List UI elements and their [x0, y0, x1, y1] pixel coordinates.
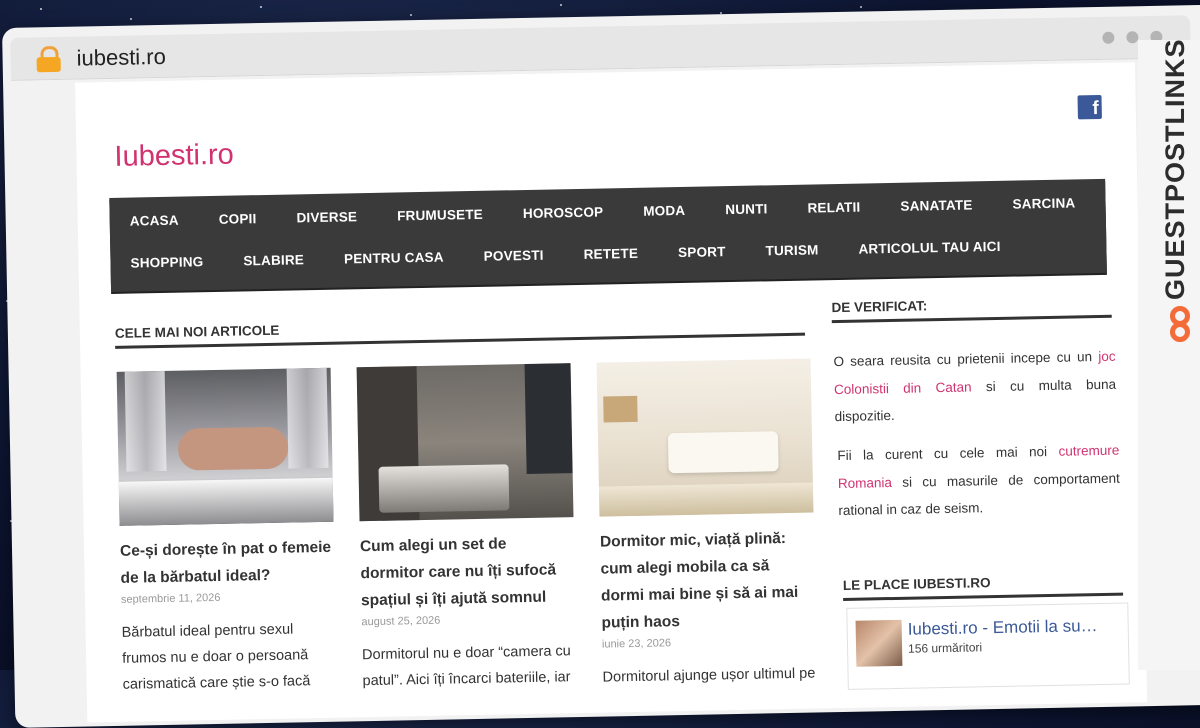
article-title[interactable]: Dormitor mic, viață plină: cum alegi mob… [600, 525, 816, 637]
nav-item-frumusete[interactable]: FRUMUSETE [377, 206, 503, 224]
article-card[interactable]: Dormitor mic, viață plină: cum alegi mob… [596, 358, 817, 691]
nav-item-copii[interactable]: COPII [199, 211, 277, 227]
nav-item-horoscop[interactable]: HOROSCOP [503, 204, 624, 221]
article-date: iunie 23, 2026 [601, 637, 672, 651]
article-title[interactable]: Ce-și dorește în pat o femeie de la bărb… [120, 534, 335, 592]
chain-link-icon [1166, 306, 1194, 350]
nav-item-diverse[interactable]: DIVERSE [276, 209, 377, 226]
nav-item-acasa[interactable]: ACASA [110, 212, 199, 229]
nav-item-turism[interactable]: TURISM [745, 242, 838, 259]
lock-icon [36, 45, 61, 73]
heading-divider [831, 314, 1112, 324]
nav-item-relatii[interactable]: RELATII [787, 199, 880, 216]
main-navigation: ACASA COPII DIVERSE FRUMUSETE HOROSCOP MODA NU… [109, 178, 1107, 292]
sidebar-verify-heading: DE VERIFICAT: [831, 298, 928, 316]
article-card[interactable]: Ce-și dorește în pat o femeie de la bărb… [116, 367, 337, 698]
article-excerpt: Bărbatul ideal pentru sexul frumos nu e … [121, 621, 311, 693]
browser-window: iubesti.ro f Iubesti.ro ACASA COPII DIVERS… [2, 4, 1200, 728]
facebook-page-name[interactable]: Iubesti.ro - Emotii la su… [908, 616, 1098, 640]
facebook-followers-count: 156 urmăritori [907, 640, 983, 656]
nav-item-articolul-tau-aici[interactable]: ARTICOLUL TAU AICI [838, 238, 1020, 257]
nav-item-shopping[interactable]: SHOPPING [110, 254, 223, 271]
facebook-page-avatar[interactable] [855, 619, 903, 667]
latest-articles-heading: CELE MAI NOI ARTICOLE [114, 322, 280, 341]
url-text[interactable]: iubesti.ro [76, 44, 166, 72]
article-date: septembrie 11, 2026 [120, 591, 221, 606]
webpage: f Iubesti.ro ACASA COPII DIVERSE FRUMUSETE H… [75, 62, 1148, 723]
nav-item-pentru-casa[interactable]: PENTRU CASA [324, 249, 464, 267]
nav-item-retete[interactable]: RETETE [563, 245, 658, 262]
article-excerpt: Dormitorul ajunge ușor ultimul pe [602, 665, 816, 686]
site-title[interactable]: Iubesti.ro [114, 139, 234, 174]
article-excerpt: Dormitorul nu e doar “camera cu patul”. … [361, 643, 571, 690]
article-thumbnail[interactable] [596, 358, 814, 517]
nav-row: SHOPPING SLABIRE PENTRU CASA POVESTI RETETE S… [110, 238, 1020, 271]
nav-item-moda[interactable]: MODA [623, 203, 705, 220]
guestpostlinks-label: GUESTPOSTLINKS [1160, 38, 1190, 300]
window-dot[interactable] [1102, 31, 1115, 44]
sidebar-likes-heading: LE PLACE IUBESTI.RO [842, 575, 991, 593]
facebook-page-widget[interactable]: Iubesti.ro - Emotii la su… 156 urmăritor… [846, 602, 1130, 690]
sidebar-paragraph: Fii la curent cu cele mai noi cutremure … [837, 442, 1120, 519]
article-thumbnail[interactable] [116, 367, 334, 526]
nav-item-povesti[interactable]: POVESTI [464, 247, 564, 264]
nav-item-nunti[interactable]: NUNTI [705, 201, 788, 218]
nav-item-sport[interactable]: SPORT [658, 244, 746, 261]
nav-item-slabire[interactable]: SLABIRE [223, 252, 324, 269]
article-date: august 25, 2026 [361, 614, 441, 629]
article-card[interactable]: Cum alegi un set de dormitor care nu îți… [356, 363, 577, 694]
heading-divider [843, 592, 1124, 601]
nav-item-sanatate[interactable]: SANATATE [880, 197, 992, 214]
sidebar-paragraph: O seara reusita cu prietenii incepe cu u… [833, 348, 1117, 425]
facebook-icon[interactable]: f [1077, 94, 1102, 120]
article-title[interactable]: Cum alegi un set de dormitor care nu îți… [360, 529, 576, 614]
article-thumbnail[interactable] [356, 363, 574, 522]
window-dot[interactable] [1126, 31, 1139, 44]
nav-item-sarcina[interactable]: SARCINA [992, 195, 1095, 212]
nav-row: ACASA COPII DIVERSE FRUMUSETE HOROSCOP MODA NU… [110, 195, 1096, 229]
